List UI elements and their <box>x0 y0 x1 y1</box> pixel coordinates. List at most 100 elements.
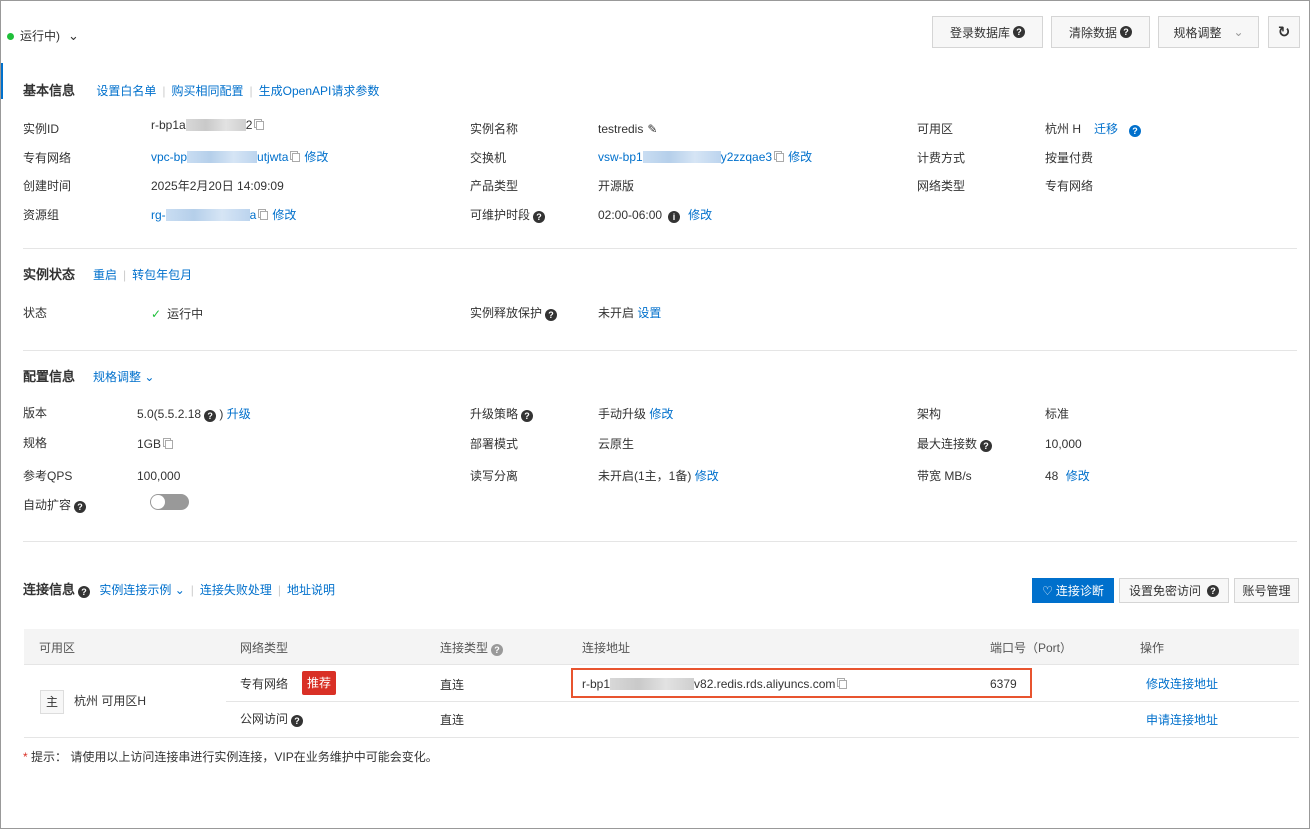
apply-address-link[interactable]: 申请连接地址 <box>1146 712 1218 728</box>
rg-value: rg-a 修改 <box>151 208 297 222</box>
status-dot <box>7 33 14 40</box>
openapi-link[interactable]: 生成OpenAPI请求参数 <box>259 84 380 98</box>
chevron-down-icon: ⌄ <box>68 28 79 43</box>
instance-name-value: testredis ✎ <box>598 122 658 136</box>
resize-link[interactable]: 规格调整 <box>93 370 141 384</box>
resize-dropdown-button[interactable]: 规格调整 ⌄ <box>1158 16 1259 48</box>
copy-icon[interactable] <box>776 153 785 162</box>
toggle-knob <box>151 495 165 509</box>
check-icon: ✓ <box>151 307 162 321</box>
edit-icon[interactable]: ✎ <box>647 122 657 136</box>
maxconn-value: 10,000 <box>1045 437 1082 451</box>
label: 计费方式 <box>917 151 966 165</box>
copy-icon[interactable] <box>839 680 848 689</box>
label: 实例释放保护? <box>470 305 558 321</box>
set-link[interactable]: 设置 <box>637 306 661 320</box>
label: 参考QPS <box>23 469 73 483</box>
upgrade-policy-value: 手动升级 修改 <box>598 407 674 421</box>
refresh-button[interactable]: ↻ <box>1268 16 1300 48</box>
table-header <box>24 629 1299 665</box>
label: 架构 <box>917 407 942 421</box>
vpc-value: vpc-bp utjwta 修改 <box>151 150 329 164</box>
qps-value: 100,000 <box>137 469 181 483</box>
conn-failure-link[interactable]: 连接失败处理 <box>200 583 272 597</box>
copy-icon[interactable] <box>292 153 301 162</box>
instance-id-value: r-bp1a 2 <box>151 117 268 133</box>
rg-link[interactable]: a <box>250 208 257 222</box>
column-header: 端口号（Port） <box>990 641 1073 655</box>
label: 状态 <box>23 306 48 320</box>
section-title: 基本信息 <box>23 83 76 98</box>
modify-link[interactable]: 修改 <box>1066 469 1090 483</box>
row-divider <box>226 701 1299 702</box>
chevron-down-icon: ⌄ <box>171 583 185 597</box>
modify-link[interactable]: 修改 <box>688 208 712 222</box>
config-header: 配置信息 规格调整 ⌄ <box>23 369 155 384</box>
copy-icon[interactable] <box>165 440 174 449</box>
zone-cell: 杭州 可用区H <box>74 694 147 708</box>
label: 升级策略? <box>470 406 534 422</box>
modify-address-link[interactable]: 修改连接地址 <box>1146 676 1218 692</box>
help-icon: ? <box>521 410 534 422</box>
help-icon: ? <box>204 410 217 422</box>
label: 创建时间 <box>23 179 72 193</box>
migrate-link[interactable]: 迁移 <box>1094 122 1118 136</box>
column-header: 连接类型? <box>440 640 504 656</box>
label: 实例名称 <box>470 122 519 136</box>
rw-value: 未开启(1主，1备) 修改 <box>598 469 719 483</box>
divider <box>23 541 1297 542</box>
modify-link[interactable]: 修改 <box>649 407 673 421</box>
conn-header: 连接信息? 实例连接示例 ⌄ | 连接失败处理 | 地址说明 <box>23 582 336 598</box>
label: 可维护时段? <box>470 207 546 223</box>
help-icon: ? <box>78 586 91 598</box>
copy-icon[interactable] <box>256 121 265 130</box>
column-header: 网络类型 <box>240 641 289 655</box>
upgrade-link[interactable]: 升级 <box>227 407 251 421</box>
help-icon: ? <box>1207 584 1219 597</box>
modify-link[interactable]: 修改 <box>788 150 812 164</box>
autoscale-toggle[interactable] <box>150 494 189 510</box>
address-help-link[interactable]: 地址说明 <box>287 583 335 597</box>
help-icon: ? <box>1120 26 1132 38</box>
created-value: 2025年2月20日 14:09:09 <box>151 179 284 193</box>
chevron-down-icon: ⌄ <box>1233 25 1244 39</box>
copy-icon[interactable] <box>260 211 269 220</box>
buy-same-link[interactable]: 购买相同配置 <box>172 84 244 98</box>
modify-link[interactable]: 修改 <box>304 150 328 164</box>
label: 专有网络 <box>23 151 72 165</box>
arch-value: 标准 <box>1045 407 1070 421</box>
help-icon: ? <box>545 309 558 321</box>
version-value: 5.0(5.5.2.18? ) 升级 <box>137 407 251 422</box>
label: 可用区 <box>917 122 954 136</box>
clear-data-button[interactable]: 清除数据? <box>1051 16 1150 48</box>
help-icon: ? <box>491 644 504 656</box>
conn-example-link[interactable]: 实例连接示例 <box>99 583 171 597</box>
whitelist-link[interactable]: 设置白名单 <box>96 84 156 98</box>
state-header: 实例状态 重启 | 转包年包月 <box>23 267 193 282</box>
row-divider <box>24 737 1299 738</box>
net-value: 专有网络 <box>1045 179 1094 193</box>
nopwd-access-button[interactable]: 设置免密访问? <box>1119 578 1229 603</box>
conn-diagnose-button[interactable]: ♡ 连接诊断 <box>1032 578 1114 603</box>
modify-link[interactable]: 修改 <box>272 208 296 222</box>
column-header: 操作 <box>1140 641 1165 655</box>
release-value: 未开启 设置 <box>598 306 662 320</box>
divider <box>23 350 1297 351</box>
convert-subscription-link[interactable]: 转包年包月 <box>132 268 192 282</box>
status-value: ✓ 运行中 <box>151 307 204 321</box>
recommended-badge: 推荐 <box>302 671 337 695</box>
label: 交换机 <box>470 151 507 165</box>
label: 自动扩容? <box>23 497 87 513</box>
restart-link[interactable]: 重启 <box>93 268 117 282</box>
instance-status-dropdown[interactable]: 运行中) ⌄ <box>7 28 79 44</box>
vsw-link[interactable]: y2zzqae3 <box>721 150 772 164</box>
vsw-value: vsw-bp1 y2zzqae3 修改 <box>598 150 813 164</box>
column-header: 连接地址 <box>582 641 631 655</box>
login-db-button[interactable]: 登录数据库? <box>932 16 1043 48</box>
account-manage-button[interactable]: 账号管理 <box>1234 578 1299 603</box>
modify-link[interactable]: 修改 <box>695 469 719 483</box>
billing-value: 按量付费 <box>1045 151 1094 165</box>
zone-value: 杭州 H 迁移? <box>1045 121 1142 137</box>
primary-tag: 主 <box>40 690 64 714</box>
vpc-link[interactable]: utjwta <box>257 150 288 164</box>
